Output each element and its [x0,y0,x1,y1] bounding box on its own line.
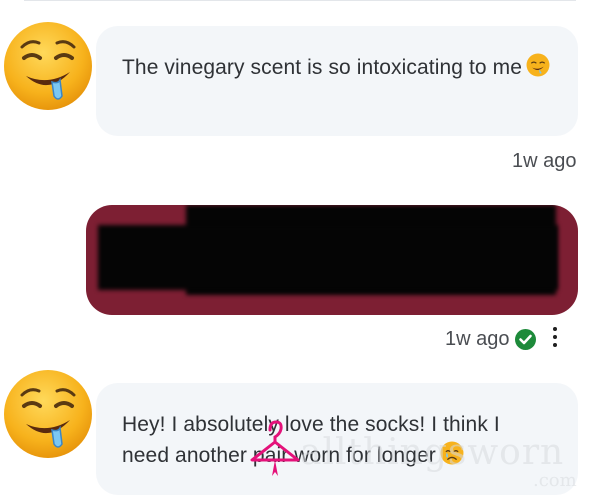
message-timestamp: 1w ago [445,328,510,350]
sender-avatar[interactable] [2,20,94,112]
sender-avatar[interactable] [2,368,94,460]
message-timestamp: 1w ago [512,150,577,172]
message-bubble-incoming: The vinegary scent is so intoxicating to… [96,26,578,136]
check-circle-icon [515,329,536,350]
message-bubble-incoming: Hey! I absolutely love the socks! I thin… [96,383,578,495]
crying-face-emoji-icon [440,441,464,474]
drooling-face-emoji-icon [4,370,92,458]
message-bubble-outgoing [86,205,578,315]
redaction-block [98,225,558,290]
drooling-face-emoji-icon [526,53,550,86]
more-vertical-icon[interactable] [552,327,558,351]
top-divider [24,0,576,1]
message-text: The vinegary scent is so intoxicating to… [122,56,522,79]
drooling-face-emoji-icon [4,22,92,110]
